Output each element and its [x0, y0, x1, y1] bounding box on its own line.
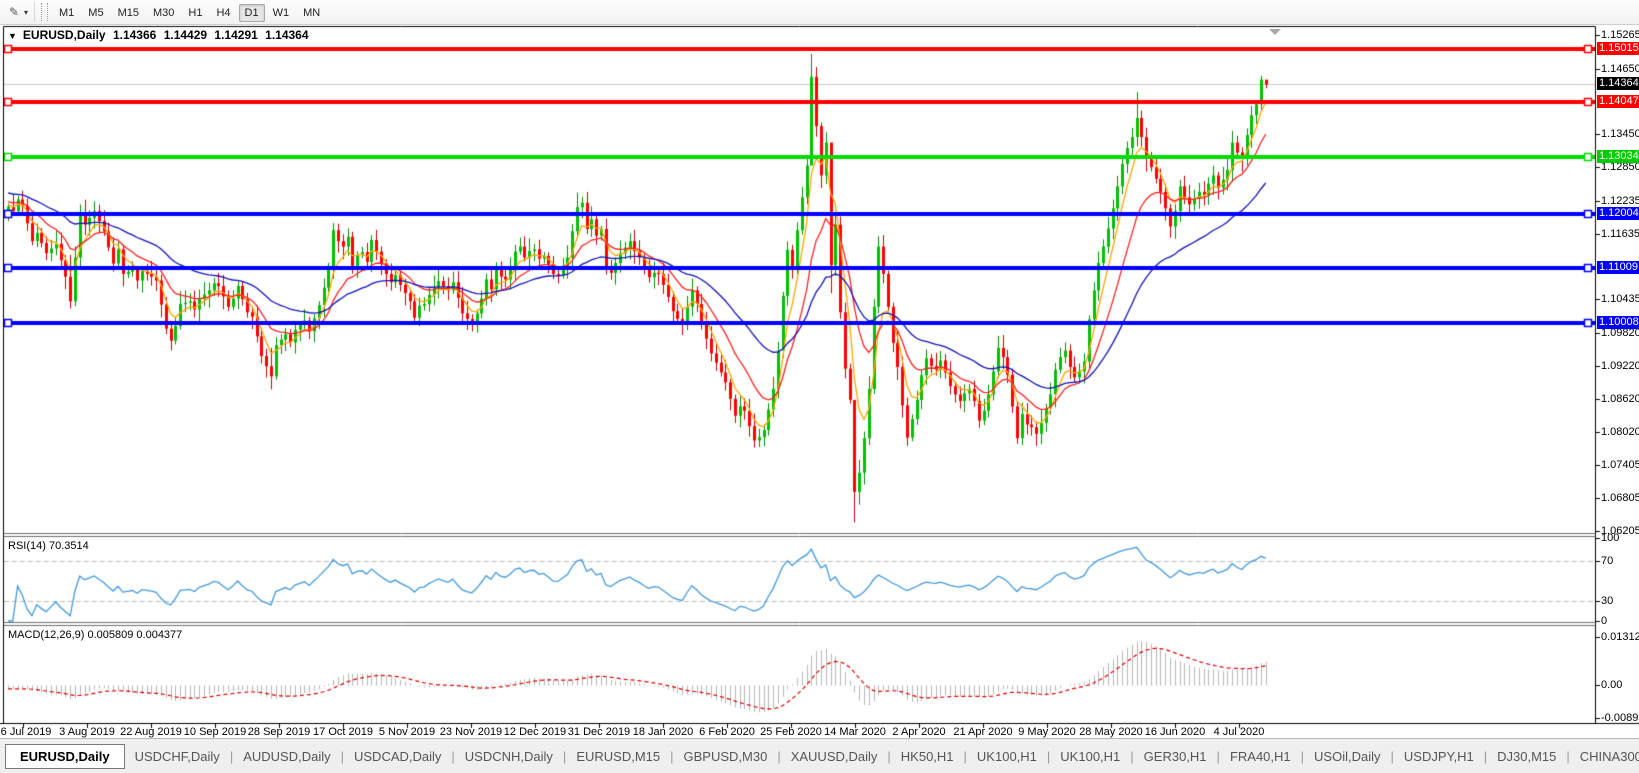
symbol-tab-xauusd-daily[interactable]: XAUUSD,Daily: [781, 745, 888, 768]
price-tick-label: 1.13450: [1601, 128, 1639, 141]
price-badge: 1.15015: [1597, 41, 1639, 55]
symbol-tab-usdchf-daily[interactable]: USDCHF,Daily: [125, 745, 230, 768]
symbol-tab-gbpusd-m30[interactable]: GBPUSD,M30: [674, 745, 778, 768]
chart-tools-icon[interactable]: ✎: [6, 4, 22, 20]
price-tick-label: 1.12235: [1601, 194, 1639, 207]
timeframe-button-h1[interactable]: H1: [182, 4, 208, 22]
timeframe-button-w1[interactable]: W1: [267, 4, 296, 22]
dropdown-caret-icon[interactable]: ▾: [24, 8, 28, 17]
symbol-tab-fra40-h1[interactable]: FRA40,H1: [1220, 745, 1301, 768]
timeframe-button-m30[interactable]: M30: [147, 4, 180, 22]
price-tick-label: 1.08620: [1601, 392, 1639, 405]
price-tick-label: 1.11635: [1601, 227, 1639, 240]
rsi-tick-label: 70: [1601, 555, 1614, 567]
price-badge: 1.11009: [1597, 260, 1639, 274]
price-badge: 1.14364: [1597, 77, 1639, 91]
price-badge: 1.14047: [1597, 94, 1639, 108]
ohlc-open: 1.14366: [112, 28, 157, 42]
trading-terminal: ✎ ▾ M1 M5 M15 M30 H1 H4 D1 W1 MN ▼ EURUSD,Daily 1…: [0, 0, 1639, 773]
price-tick-label: 1.10435: [1601, 293, 1639, 306]
timeframe-button-mn[interactable]: MN: [297, 4, 326, 22]
timeframe-button-m5[interactable]: M5: [82, 4, 109, 22]
chart-title: ▼ EURUSD,Daily 1.14366 1.14429 1.14291 1.…: [8, 28, 313, 42]
symbol-tab-uk100-h1[interactable]: UK100,H1: [1050, 745, 1130, 768]
price-chart-canvas[interactable]: [0, 0, 1639, 773]
chart-shift-marker-icon[interactable]: [1269, 29, 1281, 35]
rsi-tick-label: 30: [1601, 595, 1614, 607]
price-tick-label: 1.15265: [1601, 29, 1639, 41]
timeframe-button-h4[interactable]: H4: [210, 4, 236, 22]
symbol-tab-china300-h4[interactable]: CHINA300,H4: [1570, 745, 1639, 768]
symbol-tab-eurusd-m15[interactable]: EURUSD,M15: [566, 745, 670, 768]
symbol-tab-bar: EURUSD,Daily USDCHF,Daily | AUDUSD,Daily | US…: [0, 738, 1639, 773]
symbol-tab-usdcnh-daily[interactable]: USDCNH,Daily: [455, 745, 563, 768]
ohlc-high: 1.14429: [163, 28, 208, 42]
toolbar-separator: [34, 2, 36, 22]
symbol-tab-eurusd-daily[interactable]: EURUSD,Daily: [5, 744, 125, 769]
price-tick-label: 1.06805: [1601, 492, 1639, 505]
price-tick-label: 1.09820: [1601, 327, 1639, 340]
macd-tick-label: 0.00: [1601, 679, 1623, 691]
symbol-tab-hk50-h1[interactable]: HK50,H1: [891, 745, 964, 768]
timeframe-button-d1[interactable]: D1: [238, 4, 265, 22]
chart-symbol-label: EURUSD,Daily: [22, 28, 106, 42]
rsi-tick-label: 100: [1601, 532, 1620, 544]
date-label: 4 Jul 2020: [1213, 726, 1265, 738]
chart-menu-icon[interactable]: ▼: [8, 31, 17, 41]
macd-tick-label: -0.008933: [1601, 711, 1639, 724]
ohlc-low: 1.14291: [214, 28, 258, 42]
price-badge: 1.13034: [1597, 150, 1639, 164]
price-tick-label: 1.07405: [1601, 459, 1639, 472]
symbol-tab-ger30-h1[interactable]: GER30,H1: [1134, 745, 1217, 768]
ohlc-close: 1.14364: [265, 28, 309, 42]
symbol-tab-audusd-daily[interactable]: AUDUSD,Daily: [233, 745, 340, 768]
symbol-tab-dj30-m15[interactable]: DJ30,M15: [1487, 745, 1566, 768]
price-tick-label: 1.09220: [1601, 359, 1639, 372]
price-tick-label: 1.14650: [1601, 62, 1639, 75]
timeframe-button-group: M1 M5 M15 M30 H1 H4 D1 W1 MN: [52, 3, 327, 22]
top-toolbar: ✎ ▾ M1 M5 M15 M30 H1 H4 D1 W1 MN: [0, 0, 1639, 25]
price-badge: 1.10008: [1597, 315, 1639, 329]
rsi-tick-label: 0: [1601, 615, 1608, 627]
price-badge: 1.12004: [1597, 206, 1639, 220]
symbol-tab-uk100-h1[interactable]: UK100,H1: [967, 745, 1047, 768]
timeframe-button-m15[interactable]: M15: [112, 4, 145, 22]
symbol-tab-usdjpy-h1[interactable]: USDJPY,H1: [1394, 745, 1484, 768]
price-tick-label: 1.08020: [1601, 425, 1639, 438]
macd-tick-label: 0.013121: [1601, 630, 1639, 643]
timeframe-button-m1[interactable]: M1: [53, 4, 80, 22]
macd-indicator-label: MACD(12,26,9) 0.005809 0.004377: [8, 629, 183, 641]
symbol-tab-usdcad-daily[interactable]: USDCAD,Daily: [344, 745, 451, 768]
symbol-tab-usoil-daily[interactable]: USOil,Daily: [1304, 745, 1390, 768]
rsi-indicator-label: RSI(14) 70.3514: [8, 540, 89, 552]
toolbar-grip[interactable]: [41, 3, 49, 21]
